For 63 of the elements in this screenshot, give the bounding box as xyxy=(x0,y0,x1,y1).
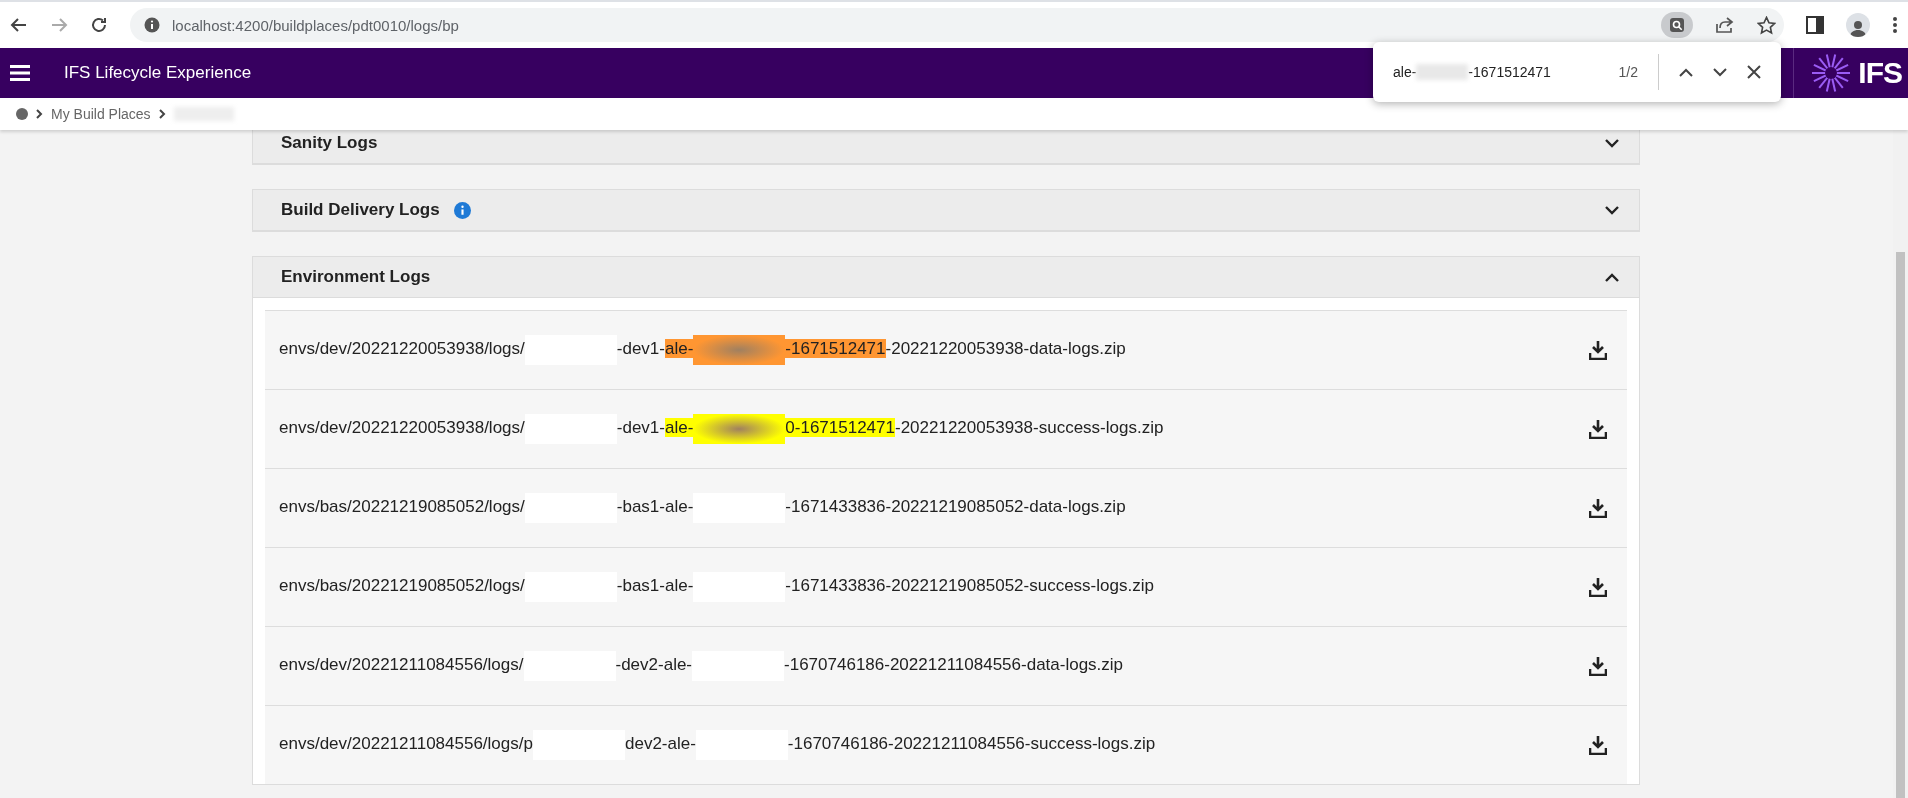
chevron-down-icon[interactable] xyxy=(1605,138,1619,148)
address-bar[interactable]: localhost:4200/buildplaces/pdt0010/logs/bp xyxy=(130,8,1784,42)
info-icon xyxy=(144,17,160,33)
star-icon[interactable] xyxy=(1757,15,1776,35)
chevron-down-icon[interactable] xyxy=(1605,205,1619,215)
log-file-text: envs/dev/20221211084556/logs/ xyxy=(279,655,524,675)
chevron-right-icon xyxy=(158,109,166,119)
download-icon[interactable] xyxy=(1589,419,1607,439)
more-icon[interactable] xyxy=(1892,16,1898,34)
log-file-text: -1671433836-20221219085052-data-logs.zip xyxy=(785,497,1126,517)
section-title: Environment Logs xyxy=(281,267,431,287)
chevron-right-icon xyxy=(36,109,43,119)
log-file-text: -dev2-ale- xyxy=(615,655,693,675)
profile-avatar[interactable] xyxy=(1846,13,1870,37)
log-file-text: envs/dev/20221220053938/logs/ xyxy=(279,339,525,359)
match-count: 1/2 xyxy=(1618,64,1638,80)
next-match-icon[interactable] xyxy=(1713,67,1727,77)
search-highlight: -1671512471 xyxy=(785,339,886,359)
log-file-text: -1671433836-20221219085052-success-logs.zip xyxy=(785,576,1154,596)
info-icon[interactable] xyxy=(453,201,471,219)
menu-icon[interactable] xyxy=(10,64,30,82)
log-file-text: envs/bas/20221219085052/logs/ xyxy=(279,576,525,596)
log-file-text: envs/dev/20221220053938/logs/ xyxy=(279,418,525,438)
search-highlight: ale- xyxy=(664,339,694,359)
query-text: ale- xyxy=(1393,64,1417,80)
close-icon[interactable] xyxy=(1747,65,1761,79)
log-file-text: envs/bas/20221219085052/logs/ xyxy=(279,497,525,517)
home-dot[interactable] xyxy=(16,108,28,120)
download-icon[interactable] xyxy=(1589,735,1607,755)
search-icon xyxy=(1669,17,1685,33)
section-title: Build Delivery Logs xyxy=(281,200,440,220)
log-file-text: -20221220053938-success-logs.zip xyxy=(895,418,1164,438)
log-file-text: -bas1-ale- xyxy=(616,497,694,517)
log-file-text: -bas1-ale- xyxy=(616,576,694,596)
find-in-page-button[interactable] xyxy=(1661,12,1693,38)
download-icon[interactable] xyxy=(1589,340,1607,360)
chevron-up-icon[interactable] xyxy=(1605,272,1619,282)
section-header[interactable]: Build Delivery Logs xyxy=(253,190,1639,231)
log-file-text: -dev1- xyxy=(616,418,665,438)
section-header[interactable]: Environment Logs xyxy=(253,257,1639,298)
log-file-text: -dev1- xyxy=(616,339,665,359)
download-icon[interactable] xyxy=(1589,498,1607,518)
find-query-field[interactable]: ale- -1671512471 xyxy=(1393,64,1599,80)
share-icon[interactable] xyxy=(1715,16,1735,34)
side-panel-icon[interactable] xyxy=(1806,16,1824,34)
breadcrumb-link[interactable]: My Build Places xyxy=(51,106,151,122)
search-highlight: 0-1671512471 xyxy=(785,418,895,438)
query-text: -1671512471 xyxy=(1468,64,1551,80)
log-file-text: dev2-ale- xyxy=(624,734,696,754)
download-icon[interactable] xyxy=(1589,656,1607,676)
url-text: localhost:4200/buildplaces/pdt0010/logs/bp xyxy=(172,16,460,34)
log-file-text: -1670746186-20221211084556-data-logs.zip xyxy=(784,655,1124,675)
section-header[interactable]: Sanity Logs xyxy=(253,130,1639,164)
back-icon[interactable] xyxy=(10,16,28,34)
log-file-text: -20221220053938-data-logs.zip xyxy=(885,339,1126,359)
previous-match-icon[interactable] xyxy=(1679,67,1693,77)
section-title: Sanity Logs xyxy=(281,133,378,153)
reload-icon[interactable] xyxy=(90,16,108,34)
download-icon[interactable] xyxy=(1589,577,1607,597)
app-title: IFS Lifecycle Experience xyxy=(64,63,252,83)
search-highlight: ale- xyxy=(664,418,694,438)
log-file-text: -1670746186-20221211084556-success-logs.zip xyxy=(787,734,1156,754)
log-file-text: envs/dev/20221211084556/logs/p xyxy=(279,734,533,754)
